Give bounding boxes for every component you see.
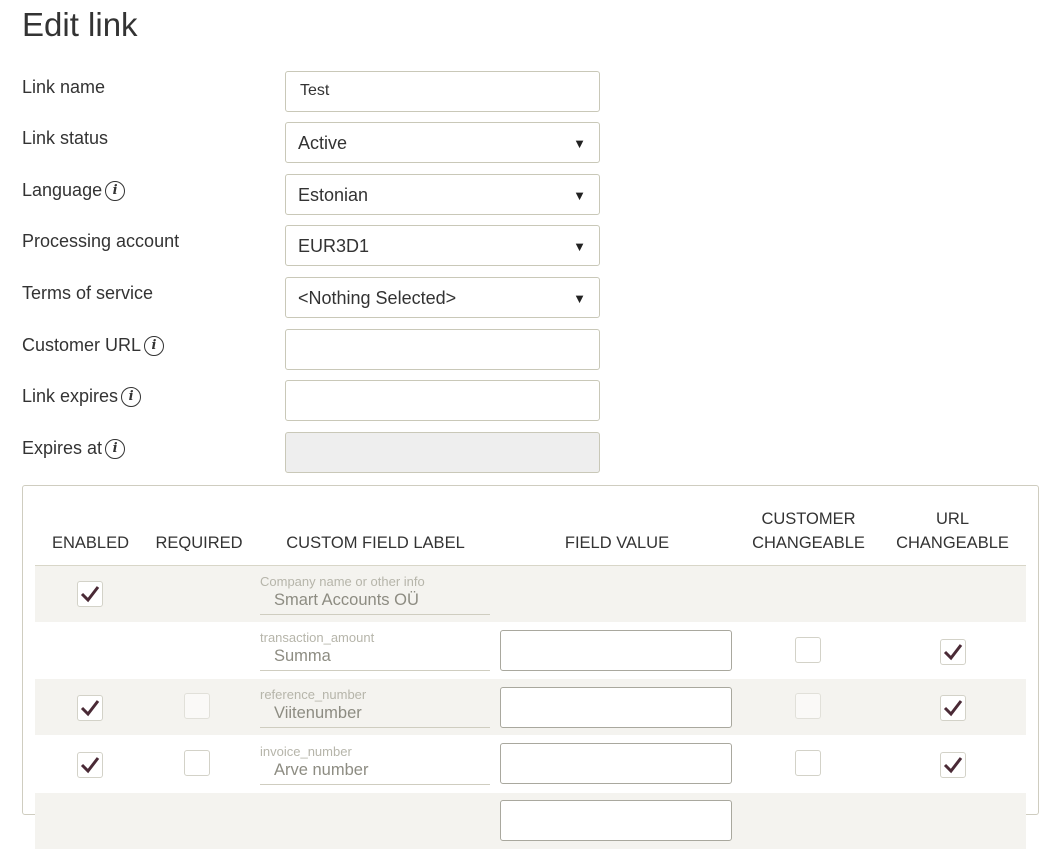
header-url-changeable-line1: URL [935, 510, 969, 528]
url-changeable-checkbox[interactable] [940, 752, 966, 778]
customer-changeable-checkbox[interactable] [795, 637, 821, 663]
caret-down-icon: ▼ [573, 291, 586, 306]
enabled-checkbox[interactable] [77, 581, 103, 607]
link-expires-label: Link expires [22, 386, 119, 406]
checkmark-icon [80, 757, 100, 774]
table-row: Company name or other info Smart Account… [35, 566, 1026, 622]
table-row: transaction_amount Summa [35, 622, 1026, 678]
required-checkbox[interactable] [184, 693, 210, 719]
header-customer-changeable-line1: CUSTOMER [761, 510, 856, 528]
expires-at-label: Expires at [22, 438, 103, 458]
link-name-input[interactable]: Test [285, 71, 600, 112]
customer-url-row: Customer URL i [0, 329, 620, 371]
info-icon[interactable]: i [105, 180, 126, 201]
expires-at-row: Expires at i [0, 432, 620, 474]
link-status-label: Link status [22, 128, 109, 148]
language-value: Estonian [298, 185, 369, 205]
info-icon[interactable]: i [121, 386, 142, 407]
link-status-row: Link status Active ▼ [0, 122, 620, 164]
header-required: REQUIRED [155, 534, 243, 552]
language-label-wrap: Language i [22, 180, 126, 201]
info-icon[interactable]: i [105, 438, 126, 459]
info-icon[interactable]: i [144, 335, 165, 356]
table-row: invoice_number Arve number [35, 736, 1026, 792]
field-key: transaction_amount [260, 630, 375, 645]
customer-url-label: Customer URL [22, 335, 142, 355]
field-label-input[interactable]: Summa [260, 647, 490, 671]
language-select[interactable]: Estonian ▼ [285, 174, 600, 215]
enabled-checkbox[interactable] [77, 695, 103, 721]
field-value-input[interactable] [500, 687, 732, 728]
customer-url-input[interactable] [285, 329, 600, 370]
customer-url-label-wrap: Customer URL i [22, 335, 165, 356]
terms-of-service-select[interactable]: <Nothing Selected> ▼ [285, 277, 600, 318]
link-expires-row: Link expires i [0, 380, 620, 422]
header-url-changeable: URL CHANGEABLE [885, 507, 1020, 555]
caret-down-icon: ▼ [573, 188, 586, 203]
link-status-select[interactable]: Active ▼ [285, 122, 600, 163]
terms-of-service-label: Terms of service [22, 283, 154, 303]
language-row: Language i Estonian ▼ [0, 174, 620, 216]
field-key: invoice_number [260, 744, 352, 759]
page-title: Edit link [22, 6, 138, 43]
field-label-input[interactable]: Arve number [260, 761, 490, 785]
url-changeable-checkbox[interactable] [940, 695, 966, 721]
field-label-input[interactable]: Viitenumber [260, 704, 490, 728]
table-row [35, 793, 1026, 849]
language-label: Language [22, 180, 103, 200]
field-value-input[interactable] [500, 743, 732, 784]
expires-at-label-wrap: Expires at i [22, 438, 126, 459]
header-customer-changeable-line2: CHANGEABLE [752, 534, 865, 552]
caret-down-icon: ▼ [573, 239, 586, 254]
link-name-label: Link name [22, 77, 106, 97]
link-expires-label-wrap: Link expires i [22, 386, 142, 407]
customer-changeable-checkbox[interactable] [795, 750, 821, 776]
header-enabled: ENABLED [51, 534, 130, 552]
required-checkbox[interactable] [184, 750, 210, 776]
checkmark-icon [80, 700, 100, 717]
custom-fields-panel: ENABLED REQUIRED CUSTOM FIELD LABEL FIEL… [22, 485, 1039, 849]
link-expires-input[interactable] [285, 380, 600, 421]
header-url-changeable-line2: CHANGEABLE [896, 534, 1009, 552]
header-field-value: FIELD VALUE [564, 534, 670, 552]
field-label-input[interactable]: Smart Accounts OÜ [260, 591, 490, 615]
processing-account-row: Processing account EUR3D1 ▼ [0, 225, 620, 267]
field-key: Company name or other info [260, 574, 425, 589]
expires-at-input [285, 432, 600, 473]
processing-account-label: Processing account [22, 231, 180, 251]
processing-account-value: EUR3D1 [298, 236, 370, 256]
checkmark-icon [943, 757, 963, 774]
header-custom-field-label: CUSTOM FIELD LABEL [286, 534, 465, 552]
terms-of-service-value: <Nothing Selected> [298, 288, 457, 308]
enabled-checkbox[interactable] [77, 752, 103, 778]
url-changeable-checkbox[interactable] [940, 639, 966, 665]
customer-changeable-checkbox[interactable] [795, 693, 821, 719]
checkmark-icon [943, 700, 963, 717]
field-value-input[interactable] [500, 800, 732, 841]
checkmark-icon [80, 586, 100, 603]
field-value-input[interactable] [500, 630, 732, 671]
link-status-value: Active [298, 133, 348, 153]
terms-of-service-row: Terms of service <Nothing Selected> ▼ [0, 277, 620, 319]
caret-down-icon: ▼ [573, 136, 586, 151]
link-name-row: Link name Test [0, 71, 620, 113]
field-key: reference_number [260, 687, 367, 702]
checkmark-icon [943, 644, 963, 661]
header-customer-changeable: CUSTOMER CHANGEABLE [741, 507, 876, 555]
table-row: reference_number Viitenumber [35, 679, 1026, 735]
processing-account-select[interactable]: EUR3D1 ▼ [285, 225, 600, 266]
